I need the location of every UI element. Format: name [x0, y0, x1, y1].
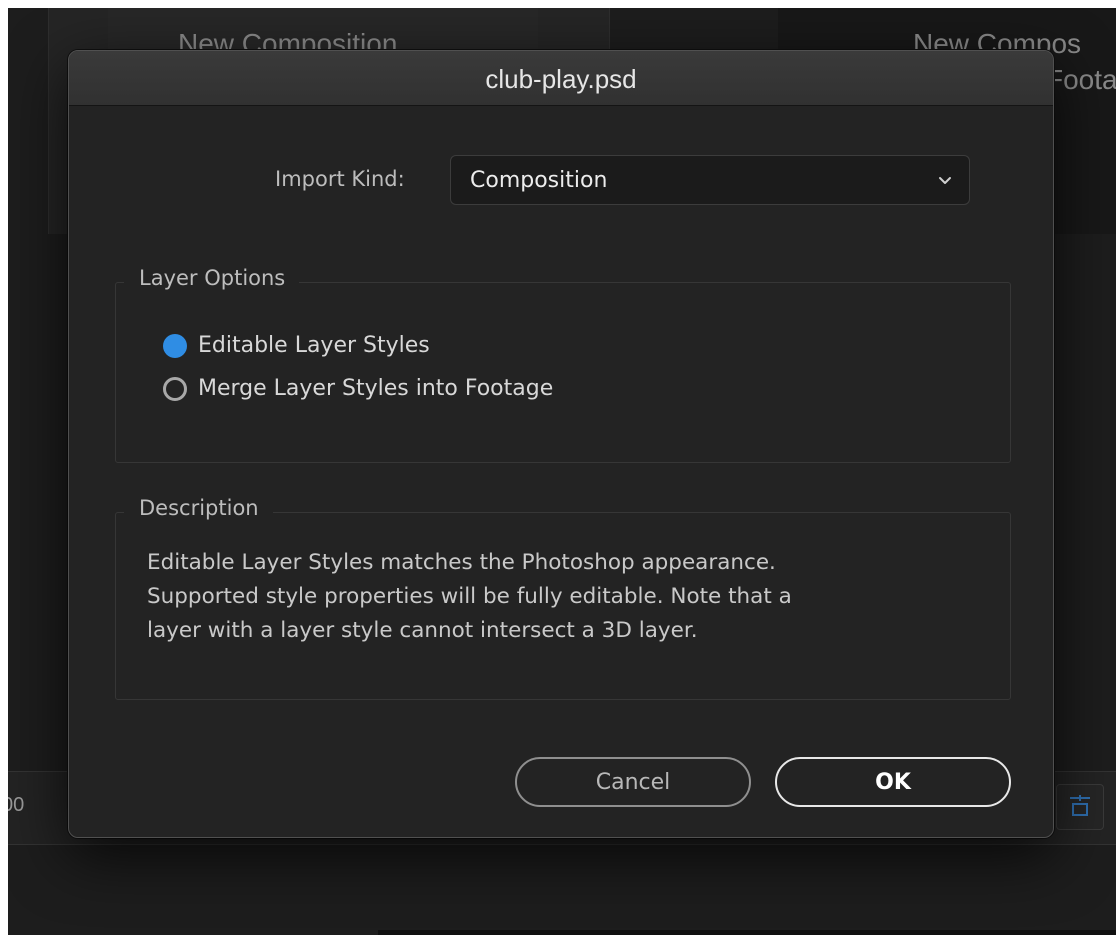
- import-kind-select[interactable]: Composition: [450, 155, 970, 205]
- import-dialog: club-play.psd Import Kind: Composition L…: [68, 50, 1054, 838]
- frame-tool-icon: [1070, 795, 1090, 816]
- radio-selected-indicator[interactable]: [163, 333, 187, 358]
- import-kind-value: Composition: [470, 168, 608, 193]
- description-line: layer with a layer style cannot intersec…: [147, 618, 698, 643]
- bg-bottom-bar: [378, 930, 1116, 935]
- description-group: Description Editable Layer Styles matche…: [115, 496, 1011, 700]
- radio-unselected-indicator[interactable]: [163, 376, 187, 401]
- description-line: Supported style properties will be fully…: [147, 584, 792, 609]
- radio-editable-layer-styles[interactable]: Editable Layer Styles: [163, 333, 430, 358]
- radio-editable-layer-styles-label: Editable Layer Styles: [198, 333, 430, 358]
- chevron-down-icon: [939, 177, 951, 184]
- app-background: New Composition New Compos Foota 00 club…: [8, 8, 1116, 935]
- bg-footage-label: Foota: [1046, 64, 1116, 95]
- layer-options-group: Layer Options Editable Layer Styles Merg…: [115, 266, 1011, 463]
- layer-options-legend: Layer Options: [124, 266, 300, 290]
- description-legend: Description: [124, 496, 273, 520]
- description-text: Editable Layer Styles matches the Photos…: [147, 546, 967, 648]
- import-kind-label: Import Kind:: [275, 167, 405, 191]
- ok-button[interactable]: OK: [775, 757, 1011, 807]
- dialog-title: club-play.psd: [485, 63, 637, 94]
- dialog-titlebar[interactable]: club-play.psd: [69, 51, 1053, 106]
- cancel-button[interactable]: Cancel: [515, 757, 751, 807]
- description-line: Editable Layer Styles matches the Photos…: [147, 550, 776, 575]
- bg-tool-button[interactable]: [1056, 784, 1104, 830]
- bg-timecode: 00: [8, 794, 25, 816]
- radio-merge-layer-styles-label: Merge Layer Styles into Footage: [198, 376, 554, 401]
- radio-merge-layer-styles[interactable]: Merge Layer Styles into Footage: [163, 376, 553, 401]
